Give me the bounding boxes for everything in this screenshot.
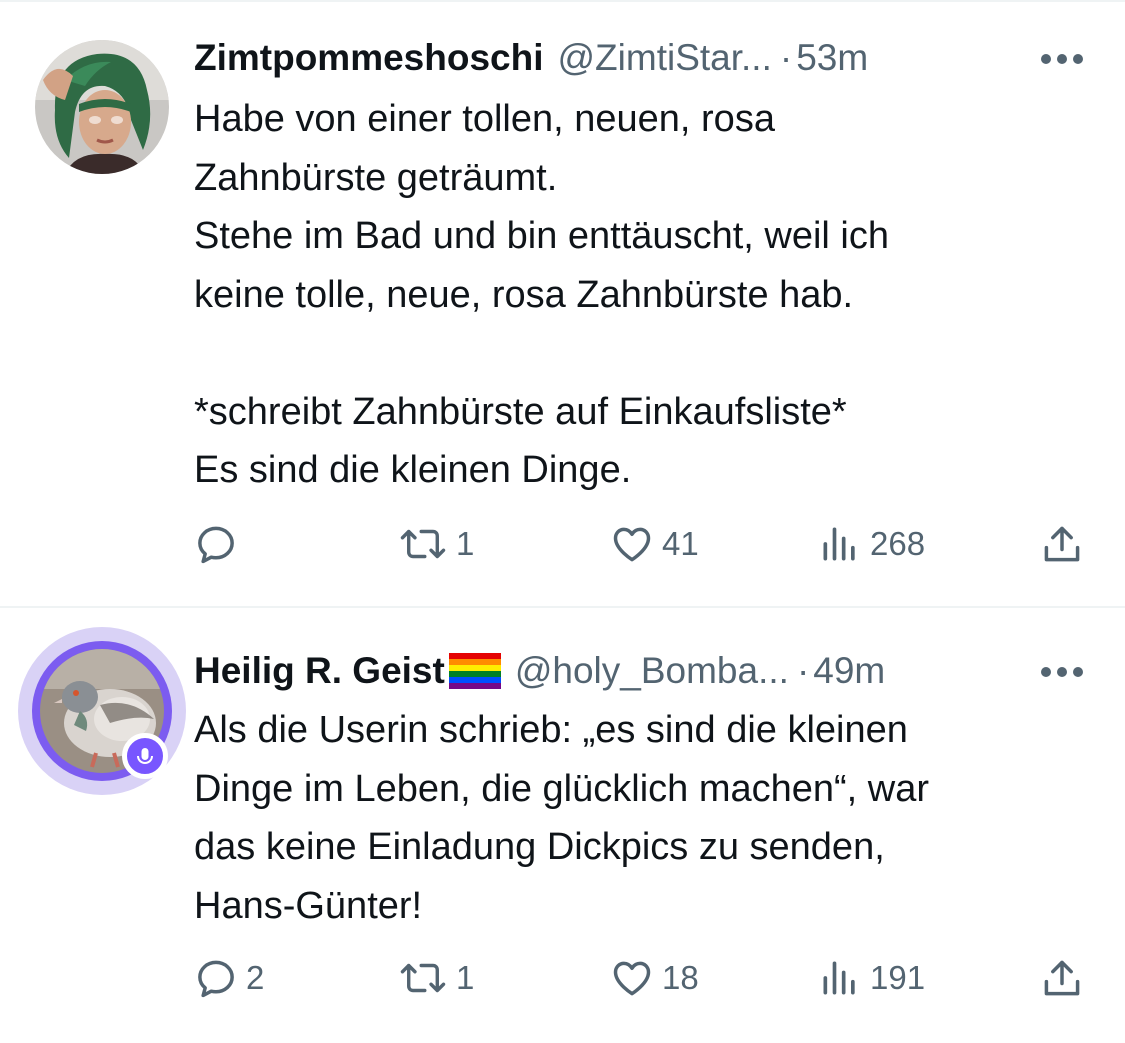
tweet-text-line: Habe von einer tollen, neuen, rosa [194,98,775,140]
display-name[interactable]: Heilig R. Geist [194,646,445,696]
share-icon [1044,960,1080,996]
separator-dot: · [796,650,810,691]
tweet-text-line: Dinge im Leben, die glücklich machen“, w… [194,767,930,810]
share-icon [1044,526,1080,562]
retweet-count: 1 [456,525,475,562]
tweet-text-line: *schreibt Zahnbürste auf Einkaufsliste* [194,390,847,433]
heart-icon [613,527,651,562]
user-handle[interactable]: @ZimtiStar... [558,33,772,83]
tweet-text-line: Stehe im Bad und bin enttäuscht, weil ic… [194,215,889,257]
views-count: 268 [870,525,926,562]
reply-button[interactable]: 2 [194,953,264,1003]
reply-icon [198,960,234,998]
tweet-text: Als die Userin schrieb: „es sind die kle… [194,701,1094,935]
rainbow-flag-icon [448,653,501,689]
display-name[interactable]: Zimtpommeshoschi [194,33,544,83]
tweet[interactable]: Zimtpommeshoschi @ZimtiStar... · 53m Hab… [0,0,1125,606]
retweet-count: 1 [456,959,475,996]
tweet-actions: 2 1 18 191 [0,953,1125,1003]
like-count: 18 [662,959,699,996]
retweet-icon [400,963,446,993]
microphone-icon [137,748,153,765]
retweet-button[interactable]: 1 [398,519,474,569]
views-button[interactable]: 268 [818,519,925,569]
tweet-header: Zimtpommeshoschi @ZimtiStar... · 53m [194,33,868,83]
user-handle[interactable]: @holy_Bomba... [515,646,789,696]
tweet-text-line: das keine Einladung Dickpics zu senden, [194,826,885,868]
tweet-text-line: keine tolle, neue, rosa Zahnbürste hab. [194,273,854,316]
tweet[interactable]: Heilig R. Geist @holy_Bomba... · 49m Als… [0,608,1125,1043]
share-button[interactable] [1040,953,1084,1003]
views-button[interactable]: 191 [818,953,925,1003]
share-button[interactable] [1040,519,1084,569]
like-button[interactable]: 41 [610,519,699,569]
tweet-text-line: Zahnbürste geträumt. [194,156,558,199]
tweet-text-line: Es sind die kleinen Dinge. [194,449,632,491]
spaces-badge[interactable] [122,733,168,779]
reply-button[interactable] [194,519,246,569]
timestamp[interactable]: 49m [813,646,885,696]
separator-dot: · [779,37,793,78]
retweet-icon [400,529,446,559]
tweet-text-line: Hans-Günter! [194,884,423,927]
avatar[interactable] [35,40,169,174]
tweet-text: Habe von einer tollen, neuen, rosa Zahnb… [194,90,1094,500]
like-button[interactable]: 18 [610,953,699,1003]
more-icon[interactable] [1040,53,1084,65]
heart-icon [613,961,651,996]
tweet-text-line: Als die Userin schrieb: „es sind die kle… [194,709,908,751]
tweet-header: Heilig R. Geist @holy_Bomba... · 49m [194,646,885,696]
tweet-actions: 1 41 268 [0,519,1125,569]
views-icon [823,527,855,561]
reply-count: 2 [246,959,265,996]
retweet-button[interactable]: 1 [398,953,474,1003]
more-icon[interactable] [1040,666,1084,678]
like-count: 41 [662,525,699,562]
reply-icon [198,526,234,564]
timestamp[interactable]: 53m [796,33,868,83]
views-count: 191 [870,959,926,996]
views-icon [823,961,855,995]
